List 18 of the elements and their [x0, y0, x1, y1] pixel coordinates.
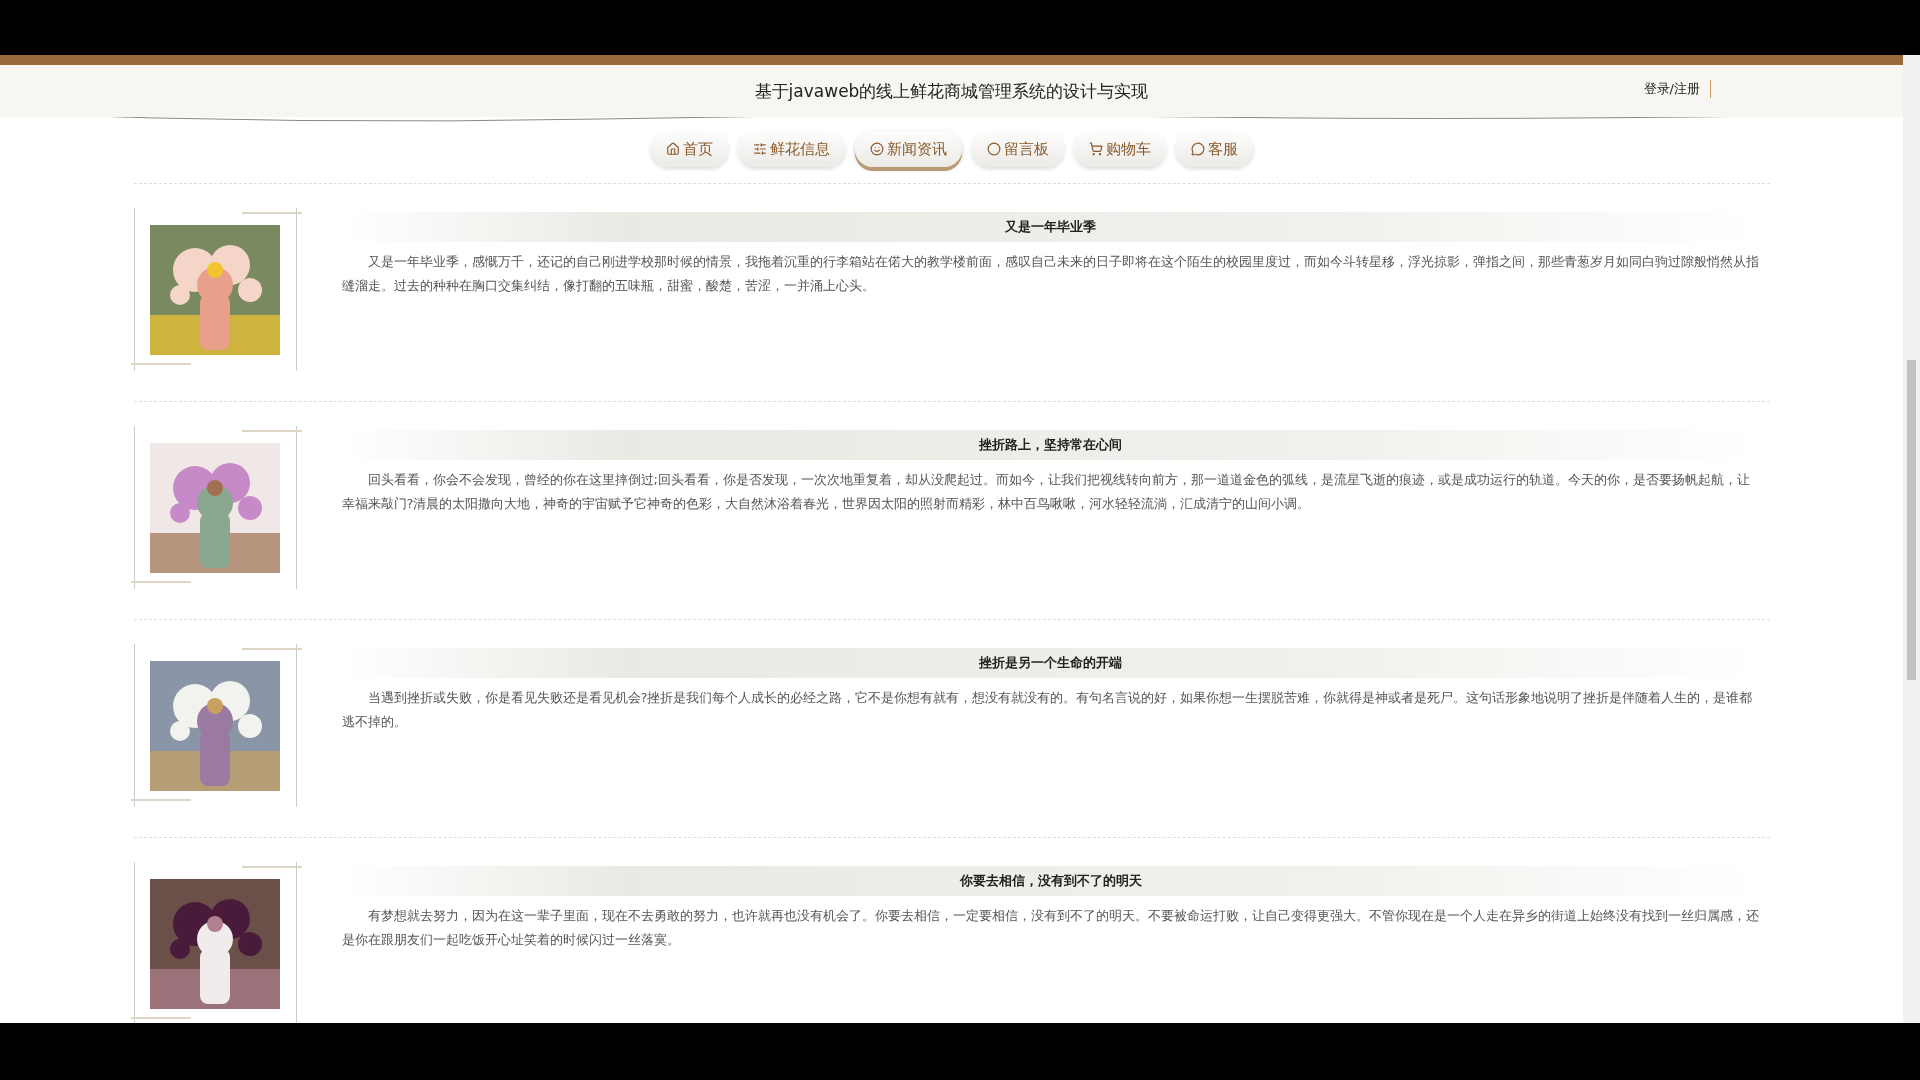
site-title: 基于javaweb的线上鲜花商城管理系统的设计与实现: [754, 79, 1149, 103]
cart-icon: [1088, 142, 1103, 156]
article-text: 又是一年毕业季，感慨万千，还记的自己刚进学校那时候的情景，我拖着沉重的行李箱站在偌大的教学楼前面，感叹自己未来的日子即将在这个陌生的校园里度过，而如今斗转星移，浮光掠影，弹指之间，那些青葱岁月如同白驹过隙般悄然从指缝溜走。过去的种种在胸口交集纠结，像打翻的五味瓶，甜蜜，酸楚，苦涩，一并涌上心头。: [341, 253, 1760, 295]
home-icon: [665, 142, 680, 156]
nav-tab[interactable]: 首页: [650, 131, 728, 167]
article-text: 有梦想就去努力，因为在这一辈子里面，现在不去勇敢的努力，也许就再也没有机会了。你要去相信，一定要相信，没有到不了的明天。不要被命运打败，让自己变得更强大。不管你现在是一个人走在异乡的街道上始终没有找到一丝归属感，还是你在跟朋友们一起吃饭开心址笑着的时候闪过一丝落寞。: [341, 907, 1760, 949]
circle-icon: [986, 142, 1001, 156]
sliders-icon: [752, 142, 767, 156]
smile-icon: [869, 142, 884, 156]
nav-tab[interactable]: 留言板: [971, 131, 1064, 167]
nav-tab[interactable]: 购物车: [1073, 131, 1166, 167]
scrollbar[interactable]: [1903, 55, 1920, 1023]
article-text: 回头看看，你会不会发现，曾经的你在这里摔倒过;回头看看，你是否发现，一次次地重复着，却从没爬起过。而如今，让我们把视线转向前方，那一道道金色的弧线，是流星飞逝的痕迹，或是成功运行的轨道。今天的你，是否要扬帆起航，让幸福来敲门?清晨的太阳撒向大地，神奇的宇宙赋予它神奇的色彩，大自然沐浴着春光，世界因太阳的照射而精彩，林中百鸟啾啾，河水轻轻流淌，汇成清宁的山间小调。: [341, 471, 1751, 513]
login-link[interactable]: 登录/注册: [1643, 80, 1711, 98]
nav-tab[interactable]: 鲜花信息: [737, 131, 845, 167]
chat-icon: [1190, 142, 1205, 156]
article-text: 当遇到挫折或失败，你是看见失败还是看见机会?挫折是我们每个人成长的必经之路，它不是你想有就有，想没有就没有的。有句名言说的好，如果你想一生摆脱苦难，你就得是神或者是死尸。这句话形象地说明了挫折是伴随着人生的，是谁都逃不掉的。: [341, 689, 1754, 731]
nav-tab[interactable]: 客服: [1175, 131, 1253, 167]
